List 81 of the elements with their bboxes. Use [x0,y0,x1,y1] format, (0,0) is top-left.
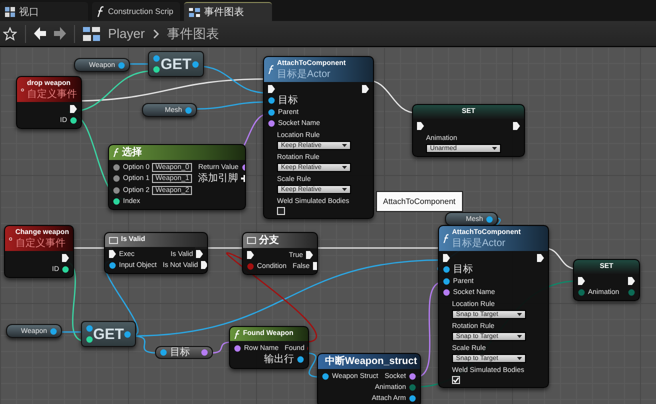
pin-icon[interactable] [268,108,275,116]
pin-icon[interactable] [322,372,329,380]
exec-pin-icon[interactable] [417,122,424,130]
pin-icon[interactable] [268,97,275,104]
pin-label: 目标 [278,95,298,106]
exec-pin-icon[interactable] [306,251,313,259]
node-title: 分支 [259,235,279,246]
function-icon [234,330,240,338]
exec-pin-icon[interactable] [537,254,544,262]
graph-icon [189,8,200,16]
pin-icon[interactable] [113,164,120,170]
node-title: GET [160,56,192,72]
function-icon [113,148,119,157]
get-node[interactable]: GET [148,51,204,77]
pin-label: 目标 [453,264,473,275]
pin-icon[interactable] [443,266,450,273]
exec-pin-icon[interactable] [247,251,254,259]
node-title: 选择 [122,147,142,158]
function-icon [268,65,274,74]
pin-icon[interactable] [268,120,275,126]
pin-icon[interactable] [86,336,93,343]
pin-icon[interactable] [234,344,241,352]
caret-icon [516,357,522,360]
exec-pin-icon[interactable] [628,277,635,285]
pin-icon[interactable] [70,116,77,124]
editor-tab[interactable]: Construction Scrip [92,2,180,21]
node-subtitle: 自定义事件 [27,89,77,100]
pin-label: 目标 [170,347,190,358]
caret-icon [516,335,522,338]
function-icon [443,234,449,243]
pin-icon[interactable] [443,288,450,296]
pin-icon[interactable] [113,198,120,204]
caret-icon [342,144,347,147]
exec-pin-icon[interactable] [578,277,585,285]
exec-pin-icon[interactable] [70,105,77,113]
event-icon [21,86,24,94]
pin-icon[interactable] [297,356,304,363]
tooltip: AttachToComponent [376,191,462,212]
node-subtitle: 目标是Actor [452,238,506,249]
chevron-icon [152,28,159,38]
pin-icon[interactable] [109,262,116,268]
pin-icon[interactable] [409,372,416,380]
viewport-icon [5,6,15,16]
star-icon[interactable] [3,26,17,40]
pin-icon[interactable] [113,186,120,194]
editor-tab[interactable]: 事件图表 [184,2,272,21]
get-node[interactable]: GET [81,321,136,347]
checkbox[interactable] [277,207,285,215]
node-subtitle: 目标是Actor [277,69,332,80]
pin-icon[interactable] [113,175,120,182]
exec-pin-icon[interactable] [268,85,275,93]
node-subtitle: 自定义事件 [15,238,66,249]
pin-icon[interactable] [409,394,416,402]
pin-label: 输出行 [264,354,294,365]
breadcrumb-item[interactable]: 事件图表 [166,24,219,42]
pin-label: 添加引脚 [198,173,238,184]
exec-pin-icon[interactable] [109,250,116,258]
caret-icon [342,166,347,169]
function-icon [97,6,104,17]
exec-pin-icon[interactable] [201,261,207,269]
back-arrow-icon[interactable] [34,27,46,40]
caret-icon [516,313,522,316]
editor-tab[interactable]: 视口 [0,2,88,21]
graph-icon [83,26,100,40]
exec-pin-icon[interactable] [196,250,203,258]
breadcrumb-item[interactable]: Player [108,26,145,41]
event-icon [9,234,12,242]
caret-icon [342,188,347,191]
exec-pin-icon[interactable] [362,85,369,93]
exec-pin-icon[interactable] [443,254,450,262]
pin-icon[interactable] [486,216,493,222]
checkbox[interactable] [452,376,460,384]
exec-pin-icon[interactable] [62,254,69,262]
node-title: 中断Weapon_struct [325,356,418,367]
forward-arrow-icon[interactable] [54,27,66,40]
caret-icon [492,147,498,150]
node-title: GET [93,326,124,342]
exec-pin-icon[interactable] [513,122,520,130]
pin-icon[interactable] [62,266,69,272]
pin-icon[interactable] [443,278,450,284]
pin-icon[interactable] [153,66,160,73]
